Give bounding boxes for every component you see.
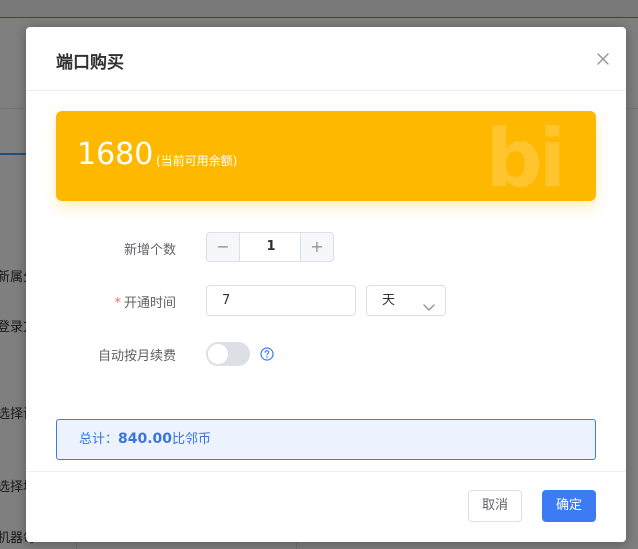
close-icon[interactable] [596,51,610,65]
port-purchase-dialog: 端口购买 1680 (当前可用余额) bi 新增个数 − 1 + * 开通时间 7… [26,27,626,542]
duration-label-text: 开通时间 [123,296,176,311]
help-circle-icon[interactable] [260,346,274,361]
total-label: 总计： [79,432,119,447]
count-stepper: − 1 + [206,232,334,262]
increment-button[interactable]: + [300,233,333,261]
auto-renew-label: 自动按月续费 [97,349,176,364]
total-amount: 840.00 [118,431,173,447]
count-input[interactable]: 1 [240,233,302,261]
balance-value: 1680 [77,137,154,172]
required-mark: * [114,296,121,311]
duration-unit-select[interactable]: 天 [366,285,446,316]
toggle-knob [208,344,228,364]
decrement-button[interactable]: − [207,233,240,261]
duration-input[interactable]: 7 [206,285,356,316]
duration-label: * 开通时间 [26,292,176,311]
count-label: 新增个数 [123,243,176,258]
dialog-header: 端口购买 [26,27,626,91]
total-currency: 比邻币 [172,432,212,447]
brand-watermark-logo: bi [485,112,566,201]
confirm-button[interactable]: 确定 [542,490,596,522]
auto-renew-toggle[interactable] [206,342,250,366]
total-summary: 总计：840.00比邻币 [56,419,596,460]
balance-card: 1680 (当前可用余额) bi [56,111,596,201]
duration-unit-value: 天 [382,293,396,308]
chevron-down-icon [423,295,435,311]
footer-divider [26,471,626,472]
cancel-button[interactable]: 取消 [468,490,522,522]
balance-note: (当前可用余额) [156,154,238,168]
dialog-title: 端口购买 [56,53,124,73]
